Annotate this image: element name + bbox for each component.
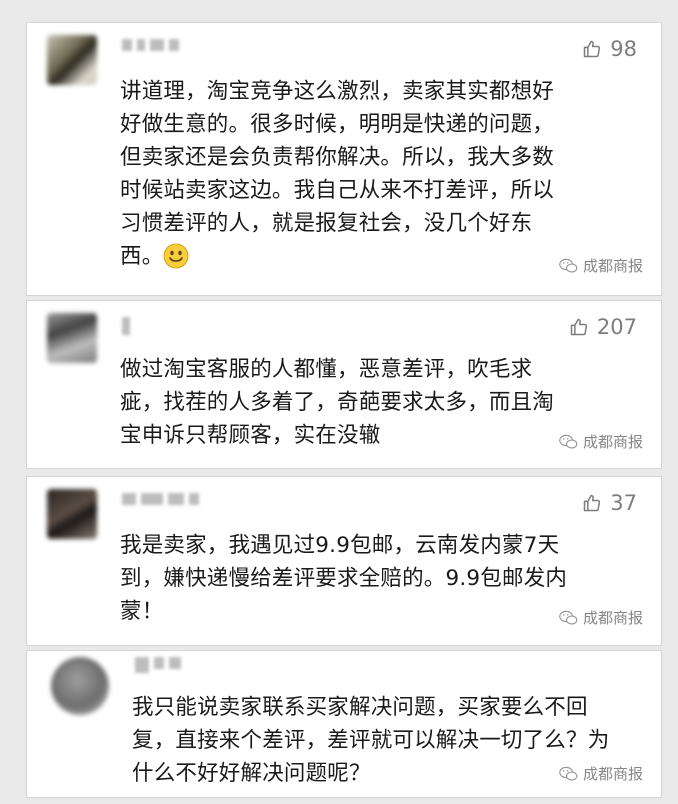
comment-text: 讲道理，淘宝竞争这么激烈，卖家其实都想好 好做生意的。很多时候，明明是快递的问题… xyxy=(120,75,640,273)
watermark-text: 成都商报 xyxy=(582,257,643,275)
thumbs-up-icon xyxy=(584,494,601,512)
thumbs-up-icon xyxy=(584,40,601,58)
like-count: 37 xyxy=(610,491,637,515)
smiley-emoji-icon xyxy=(163,243,189,269)
like-button[interactable]: 207 xyxy=(569,315,637,339)
username-blurred[interactable] xyxy=(122,39,179,57)
like-count: 98 xyxy=(610,37,637,61)
like-button[interactable]: 98 xyxy=(582,37,637,61)
avatar[interactable] xyxy=(51,657,109,715)
username-blurred[interactable] xyxy=(122,317,130,335)
watermark-text: 成都商报 xyxy=(582,433,643,451)
like-button[interactable]: 37 xyxy=(582,491,637,515)
avatar[interactable] xyxy=(47,313,97,363)
comment-card: 98 讲道理，淘宝竞争这么激烈，卖家其实都想好 好做生意的。很多时候，明明是快递… xyxy=(26,22,662,296)
wechat-icon xyxy=(559,610,578,624)
watermark: 成都商报 xyxy=(559,255,643,276)
watermark: 成都商报 xyxy=(559,431,643,452)
username-blurred[interactable] xyxy=(135,657,181,675)
watermark-text: 成都商报 xyxy=(582,765,643,783)
watermark: 成都商报 xyxy=(559,607,643,628)
wechat-icon xyxy=(559,258,578,272)
thumbs-up-icon xyxy=(570,318,588,336)
wechat-icon xyxy=(559,434,578,448)
avatar[interactable] xyxy=(47,35,97,85)
comment-card: 我只能说卖家联系买家解决问题，买家要么不回 复，直接来个差评，差评就可以解决一切… xyxy=(26,650,662,798)
wechat-icon xyxy=(559,766,578,780)
avatar[interactable] xyxy=(47,489,97,539)
comment-card: 207 做过淘宝客服的人都懂，恶意差评，吹毛求 疵，找茬的人多着了，奇葩要求太多… xyxy=(26,300,662,469)
watermark-text: 成都商报 xyxy=(582,609,643,627)
watermark: 成都商报 xyxy=(559,763,643,784)
comment-card: 37 我是卖家，我遇见过9.9包邮，云南发内蒙7天 到，嫌快递慢给差评要求全赔的… xyxy=(26,476,662,646)
username-blurred[interactable] xyxy=(122,493,199,511)
like-count: 207 xyxy=(596,315,637,339)
comment-body: 讲道理，淘宝竞争这么激烈，卖家其实都想好 好做生意的。很多时候，明明是快递的问题… xyxy=(120,79,555,269)
